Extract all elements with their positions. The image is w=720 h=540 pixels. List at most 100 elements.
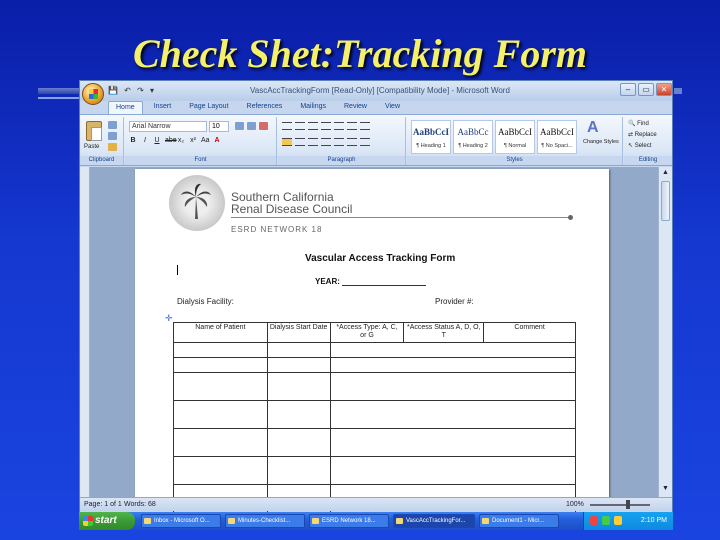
scroll-thumb[interactable] [661, 181, 670, 221]
underline-button[interactable]: U [153, 137, 161, 144]
tab-home[interactable]: Home [108, 101, 143, 114]
table-row[interactable] [173, 372, 577, 401]
zoom-level[interactable]: 100% [566, 501, 584, 508]
clock[interactable]: 2:10 PM [641, 517, 667, 524]
close-button[interactable]: ✕ [656, 83, 672, 96]
replace-button[interactable]: ⇄ Replace [628, 131, 657, 138]
font-size-select[interactable]: 10 [209, 121, 229, 132]
taskbar-item-inbox[interactable]: Inbox - Microsoft O... [141, 514, 221, 528]
tab-references[interactable]: References [240, 101, 290, 114]
slide-title: Check Shet:Tracking Form [132, 31, 588, 76]
header-rule-dot [568, 215, 573, 220]
tab-insert[interactable]: Insert [147, 101, 179, 114]
find-button[interactable]: 🔍 Find [628, 120, 649, 127]
paste-icon[interactable] [86, 121, 102, 141]
scroll-up-icon[interactable]: ▲ [662, 169, 669, 176]
zoom-slider-knob[interactable] [626, 500, 630, 509]
sort-icon[interactable] [347, 122, 357, 130]
clear-formatting-icon[interactable] [259, 122, 268, 130]
network-label: ESRD NETWORK 18 [231, 225, 323, 234]
vertical-scrollbar[interactable]: ▲ ▼ [658, 167, 672, 497]
align-right-icon[interactable] [308, 138, 318, 146]
table-row[interactable] [173, 428, 577, 457]
office-button[interactable] [82, 83, 104, 105]
justify-icon[interactable] [321, 138, 331, 146]
change-case-button[interactable]: Aa [201, 137, 210, 144]
style-no-spacing[interactable]: AaBbCcI ¶ No Spaci... [537, 120, 577, 154]
quick-access-toolbar[interactable]: 💾 ↶ ↷ ▾ [108, 86, 156, 95]
ribbon-tabs: Home Insert Page Layout References Maili… [108, 101, 411, 114]
volume-icon[interactable] [614, 516, 622, 525]
tab-page-layout[interactable]: Page Layout [182, 101, 235, 114]
format-painter-icon[interactable] [108, 143, 117, 151]
security-icon[interactable] [590, 516, 598, 525]
strikethrough-button[interactable]: abe [165, 137, 177, 144]
table-row[interactable] [173, 357, 577, 373]
tracking-table: Name of Patient Dialysis Start Date *Acc… [173, 322, 577, 513]
taskbar: start Inbox - Microsoft O... Minutes-Che… [79, 512, 673, 530]
facility-label: Dialysis Facility: [177, 297, 234, 306]
year-label: YEAR: [315, 277, 340, 286]
table-row[interactable] [173, 400, 577, 429]
title-rule-right [674, 88, 682, 94]
header-rule [231, 217, 571, 218]
style-heading-2[interactable]: AaBbCc ¶ Heading 2 [453, 120, 493, 154]
start-button[interactable]: start [79, 512, 135, 530]
shading-icon[interactable] [347, 138, 357, 146]
line-spacing-icon[interactable] [334, 138, 344, 146]
window-controls: – ▭ ✕ [620, 83, 672, 96]
change-styles-label: Change Styles [583, 139, 619, 145]
document-page[interactable]: Southern California Renal Disease Counci… [135, 169, 609, 513]
ribbon: Paste Clipboard Arial Narrow 10 B I U ab… [80, 114, 672, 166]
status-words[interactable]: Words: 68 [124, 501, 156, 508]
decrease-indent-icon[interactable] [321, 122, 331, 130]
tab-review[interactable]: Review [337, 101, 374, 114]
header-access-status: *Access Status A, D, O, T [403, 322, 485, 343]
taskbar-item-esrd[interactable]: ESRD Network 18... [309, 514, 389, 528]
clipboard-group-label: Clipboard [80, 156, 123, 165]
change-styles-button[interactable]: A Change Styles [581, 117, 621, 157]
zoom-slider[interactable] [590, 504, 650, 506]
network-icon[interactable] [602, 516, 610, 525]
clipboard-group: Paste Clipboard [80, 117, 124, 165]
italic-button[interactable]: I [141, 137, 149, 144]
show-marks-icon[interactable] [360, 122, 370, 130]
grow-font-icon[interactable] [235, 122, 244, 130]
maximize-button[interactable]: ▭ [638, 83, 654, 96]
font-name-select[interactable]: Arial Narrow [129, 121, 207, 132]
minimize-button[interactable]: – [620, 83, 636, 96]
bold-button[interactable]: B [129, 137, 137, 144]
table-row[interactable] [173, 342, 577, 358]
taskbar-item-minutes[interactable]: Minutes-Checklist... [225, 514, 305, 528]
increase-indent-icon[interactable] [334, 122, 344, 130]
multilevel-list-icon[interactable] [308, 122, 318, 130]
superscript-button[interactable]: x² [189, 137, 197, 144]
taskbar-item-document1[interactable]: Document1 - Micr... [479, 514, 559, 528]
align-center-icon[interactable] [295, 138, 305, 146]
year-field[interactable]: YEAR: [315, 277, 426, 286]
status-page[interactable]: Page: 1 of 1 [84, 501, 122, 508]
org-name-line-2: Renal Disease Council [231, 202, 353, 216]
select-button[interactable]: ↖ Select [628, 142, 651, 149]
table-move-handle-icon[interactable]: ✛ [165, 313, 173, 324]
paste-button-label[interactable]: Paste [84, 144, 99, 150]
paragraph-row-2 [282, 138, 370, 146]
copy-icon[interactable] [108, 132, 117, 140]
font-color-button[interactable]: A [213, 137, 221, 144]
style-normal[interactable]: AaBbCcI ¶ Normal [495, 120, 535, 154]
shrink-font-icon[interactable] [247, 122, 256, 130]
cut-icon[interactable] [108, 121, 117, 129]
tab-view[interactable]: View [378, 101, 407, 114]
table-row[interactable] [173, 456, 577, 485]
style-heading-1[interactable]: AaBbCcI ¶ Heading 1 [411, 120, 451, 154]
align-left-icon[interactable] [282, 138, 292, 146]
numbering-icon[interactable] [295, 122, 305, 130]
font-group: Arial Narrow 10 B I U abe x₂ x² Aa A Fon… [125, 117, 277, 165]
subscript-button[interactable]: x₂ [177, 137, 185, 144]
taskbar-item-tracking-form[interactable]: VascAccTrackingFor... [393, 514, 475, 528]
tab-mailings[interactable]: Mailings [293, 101, 333, 114]
scroll-down-icon[interactable]: ▼ [662, 485, 669, 492]
borders-icon[interactable] [360, 138, 370, 146]
style-name: ¶ Heading 1 [416, 143, 446, 149]
bullets-icon[interactable] [282, 122, 292, 130]
